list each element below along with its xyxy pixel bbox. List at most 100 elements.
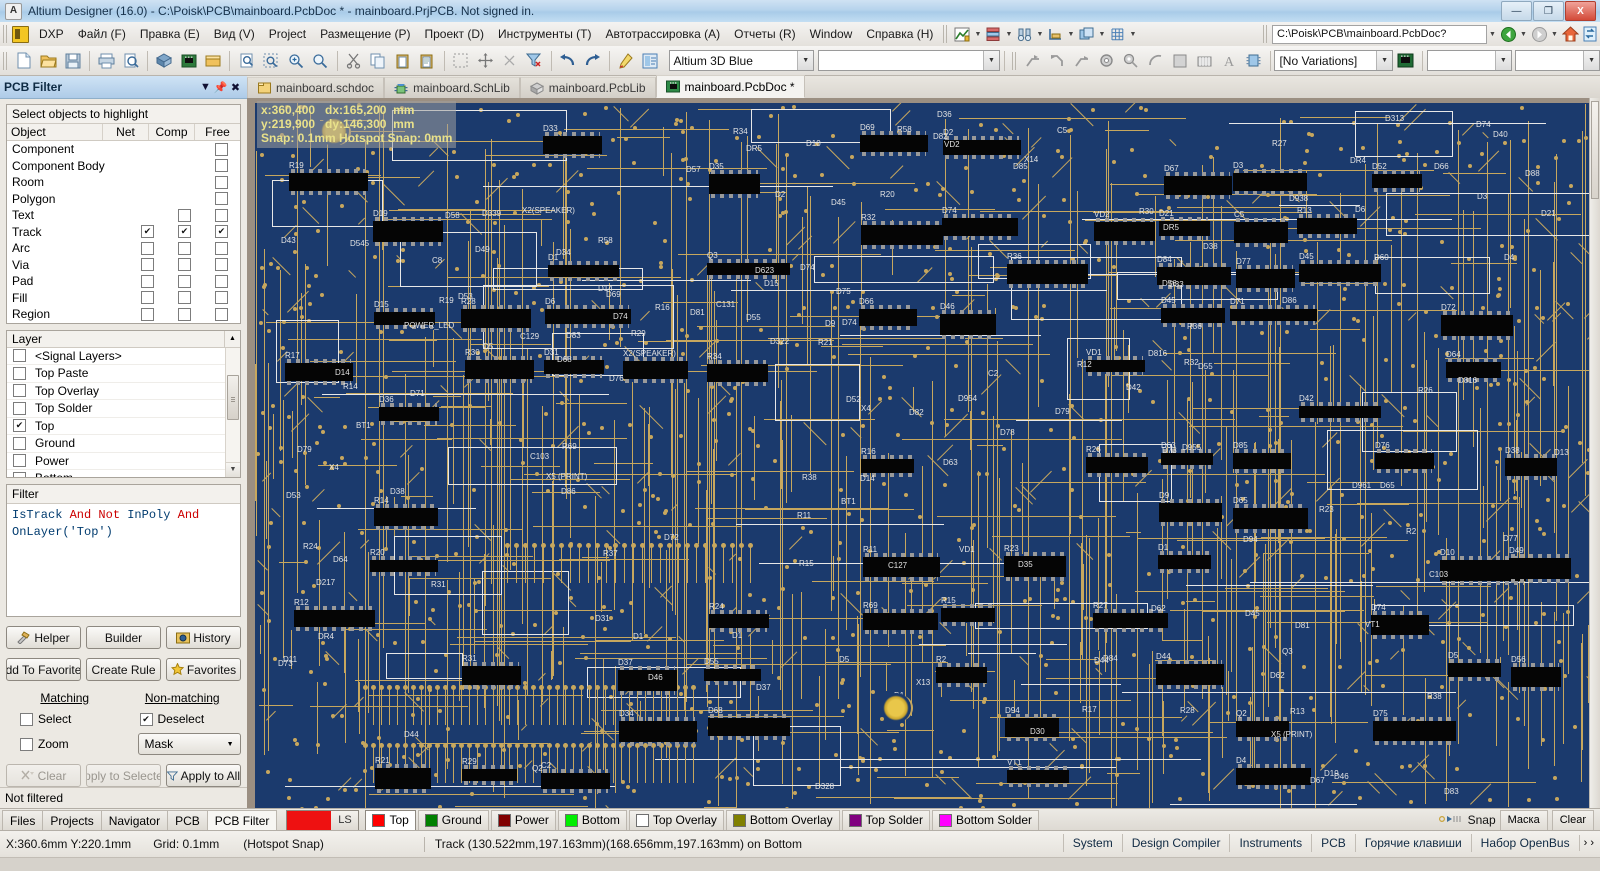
add-to-favorites-button[interactable]: dd To Favorite <box>6 658 81 681</box>
zoom-select-icon[interactable] <box>308 48 333 74</box>
tab-mainboard-pcblib[interactable]: mainboard.PcbLib <box>519 77 656 98</box>
redo-icon[interactable] <box>580 48 605 74</box>
object-row[interactable]: Pad <box>7 273 240 290</box>
layer-row[interactable]: <Signal Layers> <box>7 348 225 365</box>
place-via-icon[interactable] <box>1094 48 1119 74</box>
object-comp-checkbox[interactable] <box>178 258 191 272</box>
create-rule-button[interactable]: Create Rule <box>86 658 161 681</box>
pcb-component[interactable] <box>462 765 517 785</box>
status-tab-instruments[interactable]: Instruments <box>1229 834 1311 852</box>
pcb-component[interactable] <box>1299 260 1381 286</box>
empty-combo-1[interactable]: ▼ <box>818 50 1000 71</box>
mask-level-button[interactable]: Маска <box>1499 809 1548 831</box>
print-preview-icon[interactable] <box>118 48 143 74</box>
layer-tab-bottom[interactable]: Bottom <box>557 809 627 831</box>
pcb-component[interactable] <box>465 356 534 383</box>
object-row[interactable]: Room <box>7 174 240 191</box>
layer-checkbox[interactable] <box>13 454 26 468</box>
canvas-vertical-scrollbar[interactable] <box>1589 98 1600 808</box>
back-arrow-icon[interactable] <box>1499 25 1517 43</box>
ruler-icon[interactable] <box>1046 25 1064 43</box>
object-free-checkbox[interactable] <box>215 274 228 288</box>
binoculars-dropdown-icon[interactable]: ▼ <box>1034 26 1045 43</box>
layer-scroll-up-icon[interactable]: ▲ <box>224 330 240 347</box>
menu-item-reports[interactable]: Отчеты (R) <box>727 24 802 44</box>
toolbar-grip-2[interactable] <box>1011 51 1018 70</box>
pcb-component[interactable] <box>1007 260 1088 288</box>
panel-tab-projects[interactable]: Projects <box>42 810 102 830</box>
zoom-option[interactable]: Zoom <box>6 737 124 751</box>
pcb-component[interactable] <box>707 259 790 279</box>
binoculars-icon[interactable] <box>1015 25 1033 43</box>
apply-to-selected-button[interactable]: pply to Selecte <box>86 764 161 787</box>
builder-button[interactable]: Builder <box>86 626 161 649</box>
document-path-field[interactable]: C:\Poisk\PCB\mainboard.PcbDoc? <box>1272 24 1487 44</box>
pcb-component[interactable] <box>1161 304 1225 327</box>
layer-scroll-down-icon[interactable]: ▼ <box>226 461 240 477</box>
object-row[interactable]: Via <box>7 257 240 274</box>
pcb-component[interactable] <box>543 132 602 158</box>
home-icon[interactable] <box>1561 25 1579 43</box>
menu-item-dxp[interactable]: DXP <box>32 24 71 44</box>
place-string-icon[interactable]: A <box>1216 48 1241 74</box>
object-free-checkbox[interactable] <box>215 142 228 156</box>
layer-tab-top-overlay[interactable]: Top Overlay <box>628 809 724 831</box>
tab-mainboard-schdoc[interactable]: mainboard.schdoc <box>247 77 385 98</box>
chart-dropdown-icon[interactable]: ▼ <box>972 26 983 43</box>
pcb-component[interactable] <box>1297 214 1357 238</box>
pin-icon[interactable]: 📌 <box>213 80 228 95</box>
menu-item-file[interactable]: Файл (F) <box>71 24 133 44</box>
pcb-board-icon[interactable] <box>176 48 201 74</box>
layer-checkbox[interactable] <box>13 366 26 380</box>
minimize-button[interactable]: — <box>1501 1 1532 21</box>
place-component-icon[interactable] <box>1241 48 1266 74</box>
menu-item-autoroute[interactable]: Автотрассировка (A) <box>598 24 727 44</box>
layer-row[interactable]: Power <box>7 453 225 470</box>
empty-combo-2-dropdown-icon[interactable]: ▼ <box>1494 51 1511 70</box>
object-comp-checkbox[interactable] <box>178 274 191 288</box>
panel-tab-files[interactable]: Files <box>2 810 44 830</box>
pcb-component[interactable] <box>1448 659 1501 681</box>
object-free-checkbox[interactable] <box>215 192 228 206</box>
nav-grip[interactable] <box>1263 25 1269 43</box>
pcb-canvas[interactable]: R19 R17 R12 D19 D15 D36 R14 R20 R21 R28 R30 R31 R29 D… <box>247 98 1600 808</box>
pcb-component[interactable] <box>1236 764 1311 789</box>
object-net-checkbox[interactable] <box>141 258 154 272</box>
ruler-dropdown-icon[interactable]: ▼ <box>1065 26 1076 43</box>
pcb-component[interactable] <box>1511 663 1561 691</box>
layer-row[interactable]: Ground <box>7 435 225 453</box>
pcb-component[interactable] <box>1441 311 1513 340</box>
zoom-area-icon[interactable] <box>259 48 284 74</box>
paste-special-icon[interactable] <box>415 48 440 74</box>
object-free-checkbox[interactable] <box>215 175 228 189</box>
forward-arrow-icon[interactable] <box>1530 25 1548 43</box>
menu-item-window[interactable]: Window <box>803 24 860 44</box>
move-icon[interactable] <box>473 48 498 74</box>
mask-combo[interactable]: Mask ▼ <box>137 733 241 755</box>
layer-row[interactable]: Bottom <box>7 470 225 477</box>
pcb-component[interactable] <box>1299 402 1381 422</box>
layer-checkbox[interactable] <box>13 349 26 363</box>
layer-tab-bottom-overlay[interactable]: Bottom Overlay <box>725 809 840 831</box>
place-pad-icon[interactable] <box>1118 48 1143 74</box>
status-tab-pcb[interactable]: PCB <box>1311 834 1355 852</box>
pcb-component[interactable] <box>861 221 943 249</box>
chart-icon[interactable] <box>953 25 971 43</box>
layer-list[interactable]: <Signal Layers> Top Paste Top Overlay Top S… <box>7 348 225 477</box>
pcb-component[interactable] <box>1236 265 1295 292</box>
object-comp-checkbox[interactable] <box>178 208 191 222</box>
object-net-checkbox[interactable] <box>141 225 154 239</box>
grid-icon[interactable] <box>1108 25 1126 43</box>
pcb-component[interactable] <box>1509 554 1571 583</box>
object-row[interactable]: Text <box>7 207 240 224</box>
refresh-icon[interactable] <box>1581 25 1599 43</box>
menu-grip[interactable] <box>3 25 9 43</box>
menu-item-project[interactable]: Project <box>262 24 313 44</box>
layer-checkbox[interactable] <box>13 471 26 477</box>
object-free-checkbox[interactable] <box>215 307 228 321</box>
interactive-route-icon[interactable] <box>1045 48 1070 74</box>
stack-icon[interactable] <box>984 25 1002 43</box>
menu-item-edit[interactable]: Правка (E) <box>133 24 207 44</box>
select-area-icon[interactable] <box>448 48 473 74</box>
menu-item-view[interactable]: Вид (V) <box>207 24 262 44</box>
